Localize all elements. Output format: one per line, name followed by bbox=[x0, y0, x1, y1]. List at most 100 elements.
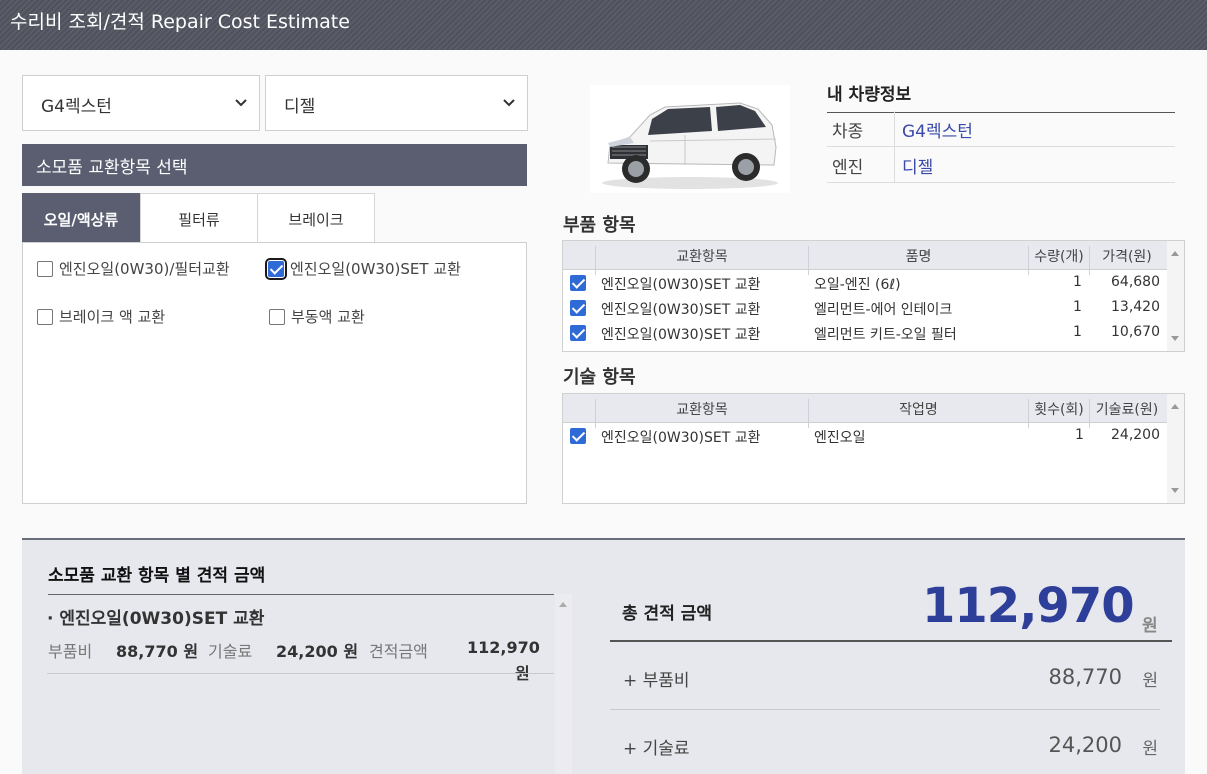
consumable-option-label: 엔진오일(0W30)/필터교환 bbox=[59, 260, 230, 278]
vehicle-info-row-engine: 엔진 디젤 bbox=[827, 147, 1175, 183]
total-estimate-label: 총 견적 금액 bbox=[622, 604, 713, 624]
breakdown-unit: 원 bbox=[1142, 671, 1158, 691]
cell-item: 엔진오일(0W30)SET 교환 bbox=[601, 302, 761, 318]
col-header: 품명 bbox=[905, 249, 932, 265]
tab-filters[interactable]: 필터류 bbox=[140, 193, 258, 242]
breakdown-parts-row: + 부품비 88,770 원 bbox=[610, 642, 1160, 710]
divider bbox=[47, 673, 554, 674]
breakdown-labor-row: + 기술료 24,200 원 bbox=[610, 710, 1160, 774]
cell-qty: 1 bbox=[1073, 324, 1082, 340]
scroll-up-icon[interactable] bbox=[1171, 404, 1179, 409]
parts-grid-scrollbar[interactable] bbox=[1167, 241, 1184, 351]
row-checkbox[interactable] bbox=[570, 275, 586, 291]
scroll-down-icon[interactable] bbox=[1171, 488, 1179, 493]
parts-section-title: 부품 항목 bbox=[563, 215, 636, 236]
summary-estimate-label: 견적금액 bbox=[369, 642, 428, 661]
summary-estimate-unit: 원 bbox=[515, 664, 530, 683]
vehicle-image bbox=[590, 85, 790, 193]
cell-price: 24,200 bbox=[1111, 427, 1160, 443]
summary-labor-label: 기술료 bbox=[208, 642, 253, 661]
total-estimate-unit: 원 bbox=[1142, 616, 1158, 636]
cell-name: 엘리먼트 키트-오일 필터 bbox=[814, 327, 957, 343]
checkbox[interactable] bbox=[37, 308, 53, 325]
table-row[interactable]: 엔진오일(0W30)SET 교환 엘리먼트-에어 인테이크 1 13,420 bbox=[563, 296, 1169, 321]
consumable-option-label: 브레이크 액 교환 bbox=[59, 308, 166, 326]
col-header: 횟수(회) bbox=[1034, 402, 1084, 418]
col-header: 가격(원) bbox=[1102, 249, 1152, 265]
checkbox[interactable] bbox=[269, 308, 285, 325]
engine-select-value: 디젤 bbox=[284, 97, 316, 117]
breakdown-label: + 기술료 bbox=[623, 739, 690, 759]
summary-estimate-value: 112,970 bbox=[467, 638, 540, 657]
page-title-bar: 수리비 조회/견적 Repair Cost Estimate bbox=[0, 0, 1207, 50]
breakdown-unit: 원 bbox=[1142, 739, 1158, 759]
table-row[interactable]: 엔진오일(0W30)SET 교환 엔진오일 1 24,200 bbox=[563, 424, 1169, 449]
cell-name: 엘리먼트-에어 인테이크 bbox=[814, 302, 953, 318]
cell-item: 엔진오일(0W30)SET 교환 bbox=[601, 430, 761, 446]
vehicle-info-key: 차종 bbox=[832, 122, 864, 142]
vehicle-info-key: 엔진 bbox=[832, 158, 864, 178]
consumable-option-oil-filter[interactable]: 엔진오일(0W30)/필터교환 bbox=[37, 258, 230, 279]
col-header: 교환항목 bbox=[676, 402, 728, 418]
consumable-option-coolant[interactable]: 부동액 교환 bbox=[269, 306, 365, 327]
labor-grid-header: 교환항목 작업명 횟수(회) 기술료(원) bbox=[563, 394, 1169, 428]
parts-grid-header: 교환항목 품명 수량(개) 가격(원) bbox=[563, 241, 1169, 275]
consumables-tab-panel bbox=[22, 242, 527, 504]
tab-brakes[interactable]: 브레이크 bbox=[257, 193, 375, 242]
cell-item: 엔진오일(0W30)SET 교환 bbox=[601, 327, 761, 343]
checkbox-checked[interactable] bbox=[265, 257, 287, 280]
summary-labor-value: 24,200 원 bbox=[276, 642, 359, 661]
total-estimate-value: 112,970 bbox=[922, 578, 1135, 634]
vehicle-info-value: 디젤 bbox=[902, 158, 934, 178]
chevron-down-icon bbox=[503, 99, 515, 107]
breakdown-value: 24,200 bbox=[1048, 733, 1122, 757]
col-header: 교환항목 bbox=[676, 249, 728, 265]
summary-scrollbar[interactable] bbox=[555, 594, 572, 774]
col-header: 수량(개) bbox=[1034, 249, 1084, 265]
cell-qty: 1 bbox=[1073, 299, 1082, 315]
row-checkbox[interactable] bbox=[570, 300, 586, 316]
vehicle-info-row-model: 차종 G4렉스턴 bbox=[827, 111, 1175, 147]
labor-grid-scrollbar[interactable] bbox=[1167, 394, 1184, 503]
vehicle-info-title: 내 차량정보 bbox=[827, 80, 1175, 113]
tab-oil-fluids[interactable]: 오일/액상류 bbox=[22, 193, 140, 242]
cell-price: 10,670 bbox=[1111, 324, 1160, 340]
summary-item-title: · 엔진오일(0W30)SET 교환 bbox=[47, 609, 265, 629]
checkbox[interactable] bbox=[37, 260, 53, 277]
consumable-option-brake-fluid[interactable]: 브레이크 액 교환 bbox=[37, 306, 165, 327]
col-header: 기술료(원) bbox=[1095, 402, 1159, 418]
scroll-up-icon[interactable] bbox=[559, 602, 567, 607]
summary-title: 소모품 교환 항목 별 견적 금액 bbox=[48, 561, 554, 595]
cell-name: 엔진오일 bbox=[814, 430, 866, 446]
summary-parts-label: 부품비 bbox=[48, 642, 93, 661]
scroll-up-icon[interactable] bbox=[1171, 251, 1179, 256]
model-select-value: G4렉스턴 bbox=[41, 97, 112, 117]
consumable-option-label: 부동액 교환 bbox=[291, 308, 365, 326]
labor-section-title: 기술 항목 bbox=[563, 367, 636, 388]
labor-grid: 교환항목 작업명 횟수(회) 기술료(원) 엔진오일(0W30)SET 교환 엔… bbox=[562, 393, 1185, 504]
scroll-down-icon[interactable] bbox=[1171, 336, 1179, 341]
row-checkbox[interactable] bbox=[570, 325, 586, 341]
parts-grid: 교환항목 품명 수량(개) 가격(원) 엔진오일(0W30)SET 교환 오일-… bbox=[562, 240, 1185, 352]
consumable-option-oil-set[interactable]: 엔진오일(0W30)SET 교환 bbox=[265, 257, 461, 280]
row-checkbox[interactable] bbox=[570, 428, 586, 444]
cell-qty: 1 bbox=[1073, 274, 1082, 290]
vehicle-info-value: G4렉스턴 bbox=[902, 122, 973, 142]
consumables-section-title: 소모품 교환항목 선택 bbox=[22, 144, 527, 186]
cell-name: 오일-엔진 (6ℓ) bbox=[814, 277, 901, 293]
table-row[interactable]: 엔진오일(0W30)SET 교환 엘리먼트 키트-오일 필터 1 10,670 bbox=[563, 321, 1169, 346]
breakdown-label: + 부품비 bbox=[623, 671, 690, 691]
chevron-down-icon bbox=[235, 99, 247, 107]
cell-item: 엔진오일(0W30)SET 교환 bbox=[601, 277, 761, 293]
engine-select[interactable]: 디젤 bbox=[265, 75, 528, 131]
summary-parts-value: 88,770 원 bbox=[116, 642, 199, 661]
cell-qty: 1 bbox=[1075, 427, 1084, 443]
col-header: 작업명 bbox=[899, 402, 938, 418]
cell-price: 64,680 bbox=[1111, 274, 1160, 290]
model-select[interactable]: G4렉스턴 bbox=[22, 75, 260, 131]
consumable-option-label: 엔진오일(0W30)SET 교환 bbox=[290, 260, 461, 278]
page-title: 수리비 조회/견적 Repair Cost Estimate bbox=[10, 11, 350, 33]
table-row[interactable]: 엔진오일(0W30)SET 교환 오일-엔진 (6ℓ) 1 64,680 bbox=[563, 271, 1169, 296]
breakdown-value: 88,770 bbox=[1048, 665, 1122, 689]
cell-price: 13,420 bbox=[1111, 299, 1160, 315]
